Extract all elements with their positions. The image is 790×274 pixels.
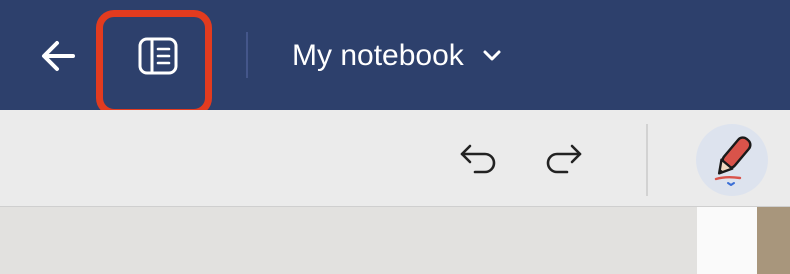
header-divider [246,32,248,78]
pen-icon [714,136,752,186]
undo-icon [460,144,496,174]
sidebar-toggle-button[interactable] [130,30,186,82]
undo-button[interactable] [454,140,504,180]
page-edge [697,207,757,274]
redo-icon [546,144,582,174]
notebook-title: My notebook [292,39,464,72]
notebook-canvas[interactable] [0,207,790,274]
editing-toolbar [0,110,790,207]
notebook-sidebar-icon [138,37,178,75]
chevron-down-icon [482,49,502,63]
back-button[interactable] [36,36,80,76]
notebook-selector[interactable]: My notebook [292,34,502,78]
arrow-left-icon [42,41,75,71]
pen-tool-button[interactable] [696,124,768,196]
side-panel-strip [757,207,790,274]
top-app-bar: My notebook [0,0,790,116]
toolbar-divider [646,124,648,196]
redo-button[interactable] [538,140,588,180]
